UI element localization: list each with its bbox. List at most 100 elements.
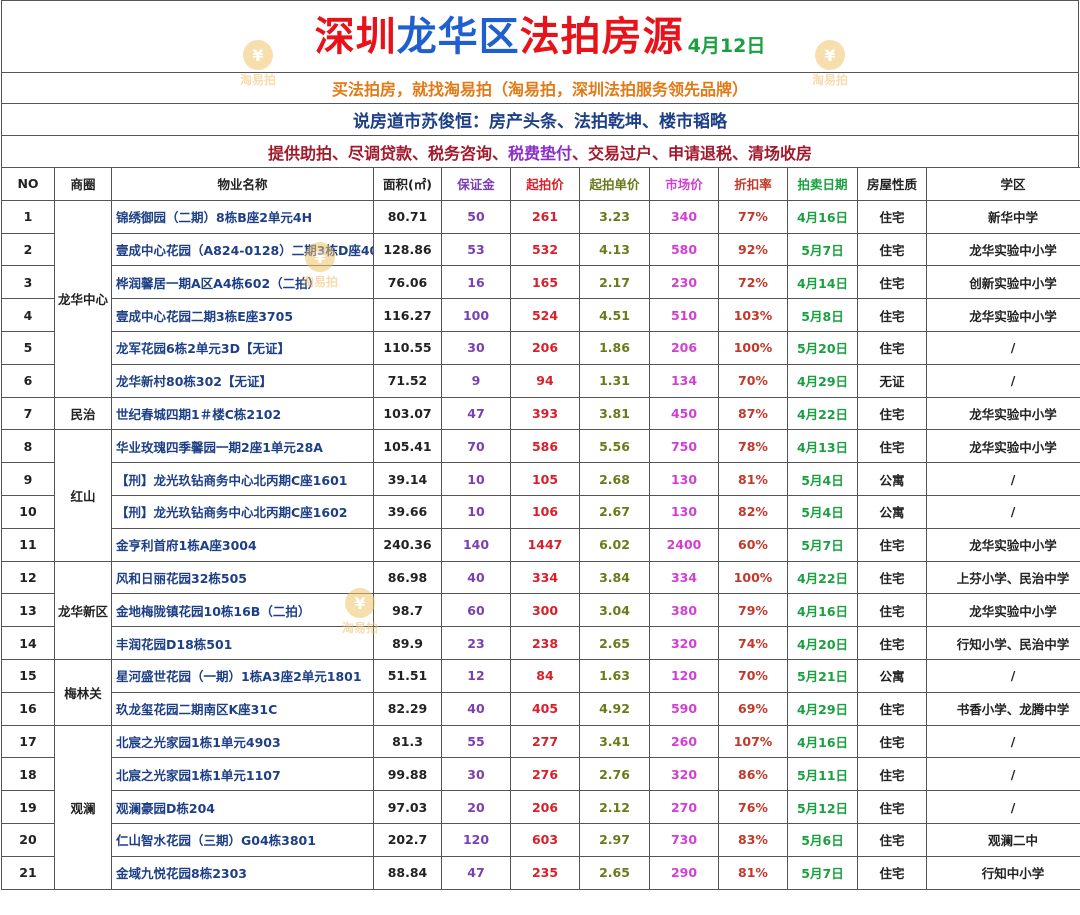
row-area: 97.03 bbox=[373, 790, 442, 824]
row-school: / bbox=[926, 790, 1080, 824]
row-market-price: 130 bbox=[649, 462, 719, 496]
row-area: 202.7 bbox=[373, 822, 442, 857]
row-school: 龙华实验中小学 bbox=[926, 527, 1080, 562]
table-row: 2 壹成中心花园（A824-0128）二期3栋D座403 128.86 53 532 4.… bbox=[1, 232, 1080, 267]
row-start-price: 84 bbox=[510, 658, 580, 693]
row-market-price: 730 bbox=[649, 822, 719, 857]
row-auction-date: 5月11日 bbox=[787, 757, 858, 792]
row-start-price: 300 bbox=[510, 593, 580, 628]
row-area: 71.52 bbox=[373, 363, 442, 398]
row-area: 80.71 bbox=[373, 199, 442, 234]
row-market-price: 270 bbox=[649, 790, 719, 824]
row-auction-date: 5月8日 bbox=[787, 298, 858, 332]
services-bar: 提供助拍、尽调贷款、税务咨询、 税费垫付 、交易过户、申请退税、清场收房 bbox=[1, 135, 1079, 167]
row-start-price: 405 bbox=[510, 691, 580, 726]
row-auction-date: 5月7日 bbox=[787, 527, 858, 562]
row-unit-price: 4.13 bbox=[579, 232, 650, 267]
row-area: 81.3 bbox=[373, 724, 442, 759]
row-unit-price: 2.68 bbox=[579, 462, 650, 496]
row-property-name: 壹成中心花园（A824-0128）二期3栋D座403 bbox=[111, 232, 374, 267]
col-header-unit-price: 起拍单价 bbox=[579, 167, 650, 201]
row-no: 16 bbox=[1, 691, 55, 726]
row-type: 住宅 bbox=[857, 396, 927, 431]
col-header-area: 面积(㎡) bbox=[373, 167, 442, 201]
row-no: 5 bbox=[1, 330, 55, 365]
row-no: 18 bbox=[1, 757, 55, 792]
col-header-district: 商圈 bbox=[54, 167, 112, 201]
row-type: 住宅 bbox=[857, 560, 927, 595]
row-type: 住宅 bbox=[857, 429, 927, 464]
row-no: 10 bbox=[1, 494, 55, 529]
row-market-price: 580 bbox=[649, 232, 719, 267]
row-school: / bbox=[926, 363, 1080, 398]
row-property-name: 龙军花园6栋2单元3D【无证】 bbox=[111, 330, 374, 365]
row-start-price: 276 bbox=[510, 757, 580, 792]
row-discount: 60% bbox=[718, 527, 788, 562]
row-discount: 69% bbox=[718, 691, 788, 726]
row-discount: 100% bbox=[718, 560, 788, 595]
row-unit-price: 3.81 bbox=[579, 396, 650, 431]
row-discount: 77% bbox=[718, 199, 788, 234]
row-property-name: 丰润花园D18栋501 bbox=[111, 626, 374, 660]
row-type: 住宅 bbox=[857, 527, 927, 562]
row-no: 15 bbox=[1, 658, 55, 693]
table-row: 21 金域九悦花园8栋2303 88.84 47 235 2.65 290 81% 5月7日 住宅… bbox=[1, 855, 1080, 890]
row-no: 14 bbox=[1, 626, 55, 660]
row-unit-price: 1.63 bbox=[579, 658, 650, 693]
author-text: 说房道市苏俊恒：房产头条、法拍乾坤、楼市韬略 bbox=[353, 112, 727, 132]
row-start-price: 238 bbox=[510, 626, 580, 660]
row-area: 103.07 bbox=[373, 396, 442, 431]
row-unit-price: 4.92 bbox=[579, 691, 650, 726]
row-auction-date: 4月29日 bbox=[787, 691, 858, 726]
row-school: / bbox=[926, 757, 1080, 792]
row-discount: 76% bbox=[718, 790, 788, 824]
row-property-name: 北宸之光家园1栋1单元1107 bbox=[111, 757, 374, 792]
row-school: 龙华实验中小学 bbox=[926, 593, 1080, 628]
row-discount: 78% bbox=[718, 429, 788, 464]
row-discount: 100% bbox=[718, 330, 788, 365]
row-type: 住宅 bbox=[857, 822, 927, 857]
row-market-price: 290 bbox=[649, 855, 719, 890]
row-market-price: 320 bbox=[649, 757, 719, 792]
row-school: / bbox=[926, 658, 1080, 693]
services-text-1: 提供助拍、尽调贷款、税务咨询、 bbox=[267, 143, 508, 163]
row-auction-date: 5月7日 bbox=[787, 232, 858, 267]
row-area: 99.88 bbox=[373, 757, 442, 792]
row-school: 上芬小学、民治中学 bbox=[926, 560, 1080, 595]
row-school: 龙华实验中小学 bbox=[926, 232, 1080, 267]
row-deposit: 9 bbox=[441, 363, 511, 398]
row-auction-date: 5月20日 bbox=[787, 330, 858, 365]
row-property-name: 锦绣御园（二期）8栋B座2单元4H bbox=[111, 199, 374, 234]
row-property-name: 玖龙玺花园二期南区K座31C bbox=[111, 691, 374, 726]
row-school: 观澜二中 bbox=[926, 822, 1080, 857]
row-area: 110.55 bbox=[373, 330, 442, 365]
row-unit-price: 1.31 bbox=[579, 363, 650, 398]
table-header-row: NO 商圈 物业名称 面积(㎡) 保证金 起拍价 起拍单价 市场价 折扣率 拍卖… bbox=[1, 167, 1080, 201]
row-market-price: 334 bbox=[649, 560, 719, 595]
row-start-price: 206 bbox=[510, 790, 580, 824]
row-no: 19 bbox=[1, 790, 55, 824]
row-property-name: 【刑】龙光玖钻商务中心北丙期C座1601 bbox=[111, 462, 374, 496]
row-start-price: 1447 bbox=[510, 527, 580, 562]
row-deposit: 70 bbox=[441, 429, 511, 464]
row-auction-date: 4月16日 bbox=[787, 724, 858, 759]
row-type: 公寓 bbox=[857, 494, 927, 529]
row-area: 116.27 bbox=[373, 298, 442, 332]
row-market-price: 130 bbox=[649, 494, 719, 529]
row-deposit: 40 bbox=[441, 691, 511, 726]
row-start-price: 524 bbox=[510, 298, 580, 332]
services-text-3: 、交易过户、申请退税、清场收房 bbox=[572, 143, 813, 163]
row-property-name: 金域九悦花园8栋2303 bbox=[111, 855, 374, 890]
services-text-2: 税费垫付 bbox=[507, 143, 572, 163]
table-row: 19 观澜豪园D栋204 97.03 20 206 2.12 270 76% 5月12日 住宅 / bbox=[1, 790, 1080, 824]
row-discount: 81% bbox=[718, 855, 788, 890]
row-auction-date: 5月7日 bbox=[787, 855, 858, 890]
table-row: 16 玖龙玺花园二期南区K座31C 82.29 40 405 4.92 590 69% 4月29… bbox=[1, 691, 1080, 726]
row-discount: 70% bbox=[718, 363, 788, 398]
row-no: 6 bbox=[1, 363, 55, 398]
row-auction-date: 4月29日 bbox=[787, 363, 858, 398]
row-market-price: 2400 bbox=[649, 527, 719, 562]
row-market-price: 340 bbox=[649, 199, 719, 234]
row-district: 红山 bbox=[54, 429, 112, 562]
row-property-name: 龙华新村80栋302【无证】 bbox=[111, 363, 374, 398]
